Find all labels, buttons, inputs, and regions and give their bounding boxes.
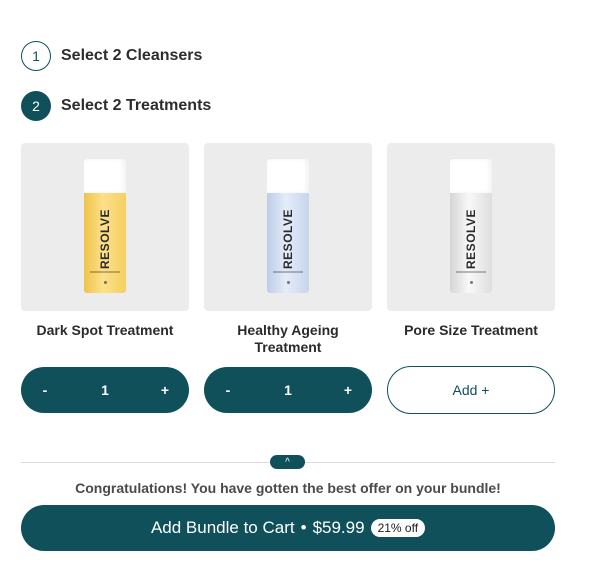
label-line xyxy=(90,271,120,273)
cart-button-label: Add Bundle to Cart xyxy=(150,518,295,537)
label-dot xyxy=(104,281,107,284)
chevron-up-icon[interactable]: ^ xyxy=(270,455,305,469)
separator-dot: • xyxy=(300,518,307,537)
label-line xyxy=(456,271,486,273)
bottle-cap xyxy=(267,159,309,193)
add-bundle-to-cart-button[interactable]: Add Bundle to Cart • $59.99 21% off xyxy=(21,505,555,551)
product-card: RESOLVE Dark Spot Treatment - 1 + xyxy=(21,143,189,413)
increment-button[interactable]: + xyxy=(159,382,171,398)
step-number-badge: 1 xyxy=(21,41,51,71)
bottle-illustration: RESOLVE xyxy=(267,159,309,293)
step-number-badge: 2 xyxy=(21,91,51,121)
decrement-button[interactable]: - xyxy=(222,382,234,398)
bottle-body: RESOLVE xyxy=(84,193,126,293)
bottle-body: RESOLVE xyxy=(450,193,492,293)
label-dot xyxy=(470,281,473,284)
add-button[interactable]: Add + xyxy=(387,366,555,414)
step-select-treatments[interactable]: 2 Select 2 Treatments xyxy=(21,91,211,121)
step-title: Select 2 Treatments xyxy=(61,97,212,114)
bottle-cap xyxy=(450,159,492,193)
product-name: Dark Spot Treatment xyxy=(36,322,174,338)
product-name: Pore Size Treatment xyxy=(404,322,538,338)
product-image[interactable]: RESOLVE xyxy=(21,143,189,311)
product-name: Healthy Ageing Treatment xyxy=(237,322,339,355)
bottle-illustration: RESOLVE xyxy=(84,159,126,293)
quantity-value: 1 xyxy=(101,382,109,398)
product-image[interactable]: RESOLVE xyxy=(204,143,372,311)
label-dot xyxy=(287,281,290,284)
quantity-stepper: - 1 + xyxy=(21,367,189,413)
decrement-button[interactable]: - xyxy=(39,382,51,398)
product-image[interactable]: RESOLVE xyxy=(387,143,555,311)
brand-label: RESOLVE xyxy=(281,209,295,269)
discount-badge: 21% off xyxy=(370,519,426,537)
bottle-illustration: RESOLVE xyxy=(450,159,492,293)
offer-message: Congratulations! You have gotten the bes… xyxy=(75,480,501,496)
product-card: RESOLVE Pore Size Treatment Add + xyxy=(387,143,555,414)
step-select-cleansers[interactable]: 1 Select 2 Cleansers xyxy=(21,41,202,71)
step-title: Select 2 Cleansers xyxy=(61,47,203,64)
quantity-value: 1 xyxy=(284,382,292,398)
quantity-stepper: - 1 + xyxy=(204,367,372,413)
brand-label: RESOLVE xyxy=(464,209,478,269)
bottle-cap xyxy=(84,159,126,193)
increment-button[interactable]: + xyxy=(342,382,354,398)
bottle-body: RESOLVE xyxy=(267,193,309,293)
product-card: RESOLVE Healthy Ageing Treatment - 1 + xyxy=(204,143,372,413)
label-line xyxy=(273,271,303,273)
bundle-price: $59.99 xyxy=(312,518,365,537)
brand-label: RESOLVE xyxy=(98,209,112,269)
